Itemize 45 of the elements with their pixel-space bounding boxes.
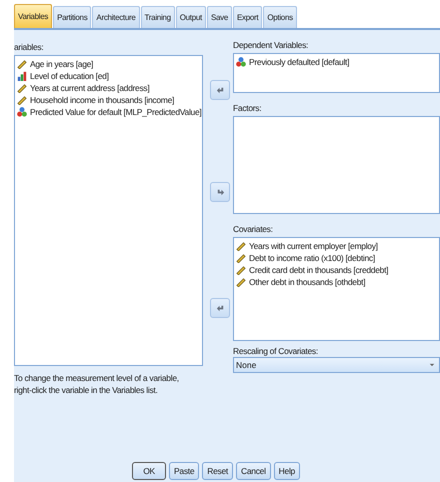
arrow-icon bbox=[216, 304, 224, 312]
variable-item[interactable]: Household income in thousands [income] bbox=[30, 95, 174, 105]
dialog-button[interactable]: Cancel bbox=[236, 462, 271, 480]
balls-icon bbox=[17, 107, 27, 117]
list-label: Factors: bbox=[233, 102, 262, 115]
move-button[interactable] bbox=[210, 298, 230, 318]
hint-text: To change the measurement level of a variable, right-click the variable in the Variables list. bbox=[14, 372, 180, 396]
variable-list-box[interactable] bbox=[233, 116, 440, 214]
tab[interactable]: Training bbox=[140, 6, 175, 28]
arrow-icon bbox=[216, 86, 224, 94]
rescaling-dropdown[interactable]: None bbox=[233, 357, 440, 373]
variable-item[interactable]: Years at current address [address] bbox=[30, 83, 150, 93]
tab[interactable]: Partitions bbox=[53, 6, 92, 28]
variable-list-box[interactable]: Previously defaulted [default] bbox=[233, 53, 440, 93]
dialog-button[interactable]: Reset bbox=[202, 462, 233, 480]
dialog-button[interactable]: OK bbox=[132, 462, 166, 480]
dialog-button[interactable]: Help bbox=[274, 462, 300, 480]
variables-label: ariables: bbox=[14, 41, 44, 54]
list-label: Dependent Variables: bbox=[233, 39, 310, 52]
variable-item[interactable]: Age in years [age] bbox=[30, 59, 94, 69]
tab[interactable]: Save bbox=[206, 6, 232, 28]
tab[interactable]: Architecture bbox=[92, 6, 140, 28]
variable-item[interactable]: Predicted Value for default [MLP_PredictedValue] bbox=[30, 107, 202, 117]
caret-icon bbox=[429, 363, 435, 367]
variables-list[interactable]: Age in years [age] Level of education [ed] Years at current address [address] Household income in thousands [income] Predicted Value for default [MLP_PredictedValue] bbox=[14, 55, 203, 366]
dialog-button[interactable]: Paste bbox=[169, 462, 200, 480]
tab[interactable]: Options bbox=[263, 6, 297, 28]
variable-item[interactable]: Other debt in thousands [othdebt] bbox=[249, 277, 366, 287]
tab[interactable]: Export bbox=[233, 6, 262, 28]
tab[interactable]: Variables bbox=[14, 4, 52, 28]
variable-item[interactable]: Years with current employer [employ] bbox=[249, 241, 378, 251]
tab[interactable]: Output bbox=[176, 6, 206, 28]
arrow-icon bbox=[216, 188, 224, 196]
balls-icon bbox=[236, 57, 246, 67]
list-label: Covariates: bbox=[233, 223, 274, 236]
variable-item[interactable]: Credit card debt in thousands [creddebt] bbox=[249, 265, 388, 275]
variable-list-box[interactable]: Years with current employer [employ] Debt to income ratio (x100) [debtinc] Credit card debt in thousands [creddebt] Other debt in thousands [othdebt] bbox=[233, 237, 440, 341]
variable-item[interactable]: Previously defaulted [default] bbox=[249, 57, 350, 67]
move-button[interactable] bbox=[210, 80, 230, 100]
ruler-icon bbox=[17, 59, 27, 69]
variable-item[interactable]: Debt to income ratio (x100) [debtinc] bbox=[249, 253, 375, 263]
rescaling-label: Rescaling of Covariates: bbox=[233, 345, 319, 357]
variable-item[interactable]: Level of education [ed] bbox=[30, 71, 109, 81]
bar-chart-icon bbox=[17, 71, 27, 81]
move-button[interactable] bbox=[210, 182, 230, 202]
